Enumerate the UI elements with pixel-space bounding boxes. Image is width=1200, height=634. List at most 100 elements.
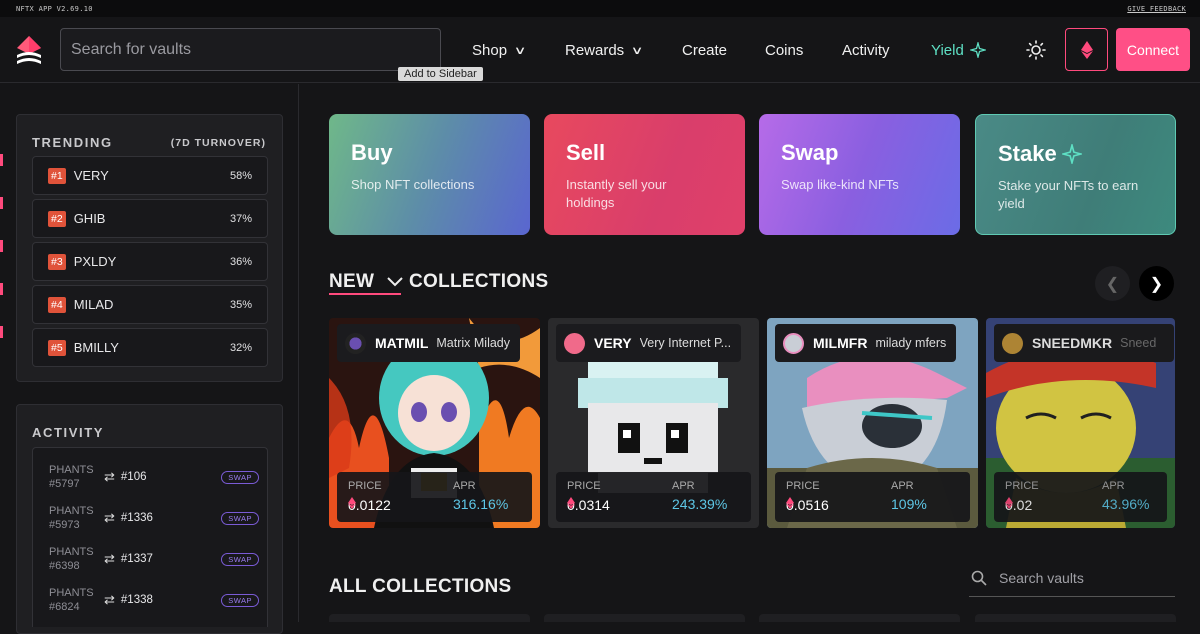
chevron-left-icon: ❮ <box>1105 275 1120 293</box>
trending-pct: 36% <box>229 255 252 268</box>
collection-stats: PRICE 0.0314 APR 243.39% <box>556 472 751 522</box>
all-collections-title: ALL COLLECTIONS <box>329 576 512 597</box>
vault-search-field[interactable] <box>60 28 441 71</box>
price-label: PRICE <box>567 480 601 492</box>
collection-symbol: MATMIL <box>375 335 429 351</box>
rank-badge: #4 <box>48 296 66 313</box>
sell-card-title: Sell <box>566 140 606 165</box>
buy-card[interactable]: Buy Shop NFT collections <box>329 114 530 235</box>
apr-label: APR <box>672 480 695 492</box>
activity-token: #106 <box>120 471 147 483</box>
give-feedback-link[interactable]: GIVE FEEDBACK <box>1127 5 1186 13</box>
price-value: 0.0516 <box>786 497 829 513</box>
app-version: NFTX APP V2.69.10 <box>16 4 93 13</box>
activity-item[interactable]: PHANTS #6398 ⇄ #1337 SWAP <box>49 544 259 574</box>
swap-card[interactable]: Swap Swap like-kind NFTs <box>759 114 960 235</box>
connect-wallet-button[interactable]: Connect <box>1116 28 1190 71</box>
collection-symbol: SNEEDMKR <box>1032 335 1113 351</box>
activity-token: #1337 <box>120 553 153 565</box>
activity-token: #1336 <box>120 512 153 524</box>
collection-card[interactable]: MILMFR milady mfers PRICE 0.0516 APR 109… <box>767 318 978 528</box>
collection-avatar <box>564 332 585 354</box>
trending-item[interactable]: #2 GHIB 37% <box>32 199 268 238</box>
ethereum-icon <box>1005 497 1013 509</box>
activity-item[interactable]: PHANTS #6824 ⇄ #1338 SWAP <box>49 585 259 615</box>
trending-pct: 32% <box>229 341 252 354</box>
trending-item[interactable]: #5 BMILLY 32% <box>32 328 268 367</box>
stake-card-title: Stake <box>998 141 1057 166</box>
trending-item[interactable]: #4 MILAD 35% <box>32 285 268 324</box>
stake-card[interactable]: Stake Stake your NFTs to earn yield <box>975 114 1176 235</box>
apr-value: 316.16% <box>453 496 509 512</box>
main-content: Buy Shop NFT collections Sell Instantly se… <box>300 84 1200 622</box>
trending-subtitle: (7D TURNOVER) <box>170 136 266 149</box>
trending-name: PXLDY <box>73 254 117 269</box>
rank-badge: #5 <box>48 339 66 356</box>
trending-item[interactable]: #3 PXLDY 36% <box>32 242 268 281</box>
nav-activity[interactable]: Activity <box>842 17 890 83</box>
sparkle-icon <box>969 42 986 58</box>
collections-search-input[interactable] <box>999 570 1169 586</box>
activity-nft: PHANTS #6824 <box>49 586 95 614</box>
buy-card-desc: Shop NFT collections <box>351 177 475 192</box>
nftx-logo-icon[interactable] <box>14 34 44 68</box>
collection-stats: PRICE 0.0122 APR 316.16% <box>337 472 532 522</box>
collection-grid-card[interactable] <box>975 614 1176 622</box>
collection-card[interactable]: SNEEDMKR Sneed PRICE 0.02 APR 43.96% <box>986 318 1175 528</box>
carousel-prev-button[interactable]: ❮ <box>1095 266 1130 301</box>
collection-card[interactable]: MATMIL Matrix Milady PRICE 0.0122 APR 31… <box>329 318 540 528</box>
trending-item[interactable]: #1 VERY 58% <box>32 156 268 195</box>
activity-nft-id: #5973 <box>49 519 80 531</box>
nav-rewards[interactable]: Rewards ∨ <box>565 17 644 83</box>
apr-label: APR <box>453 480 476 492</box>
activity-token: #1338 <box>120 594 153 606</box>
activity-collection: PHANTS <box>49 587 94 599</box>
carousel-next-button[interactable]: ❯ <box>1139 266 1174 301</box>
chevron-down-icon <box>387 277 403 287</box>
apr-value: 43.96% <box>1102 496 1150 512</box>
theme-toggle-sun-icon[interactable] <box>1026 40 1046 60</box>
nav-create[interactable]: Create <box>682 17 727 83</box>
price-label: PRICE <box>348 480 382 492</box>
collection-name: Very Internet P... <box>639 336 732 350</box>
collection-stats: PRICE 0.02 APR 43.96% <box>994 472 1167 522</box>
collections-search-field[interactable] <box>969 560 1175 597</box>
trending-panel: TRENDING (7D TURNOVER) #1 VERY 58% #2 GHIB 3… <box>16 114 283 382</box>
sell-card[interactable]: Sell Instantly sell your holdings <box>544 114 745 235</box>
collection-card[interactable]: VERY Very Internet P... PRICE 0.0314 APR… <box>548 318 759 528</box>
price-value: 0.0314 <box>567 497 610 513</box>
swap-badge: SWAP <box>221 470 259 484</box>
activity-collection: PHANTS <box>49 464 94 476</box>
nav-coins[interactable]: Coins <box>765 17 803 83</box>
activity-nft: PHANTS #5973 <box>49 504 95 532</box>
activity-item[interactable]: PHANTS #5797 ⇄ #106 SWAP <box>49 462 259 492</box>
network-eth-button[interactable] <box>1065 28 1108 71</box>
stake-card-desc: Stake your NFTs to earn yield <box>998 178 1139 211</box>
search-icon <box>971 570 987 586</box>
collection-grid-card[interactable] <box>759 614 960 622</box>
collection-pill: MATMIL Matrix Milady <box>337 324 521 362</box>
nav-yield[interactable]: Yield <box>931 17 986 83</box>
activity-nft: PHANTS #5797 <box>49 463 95 491</box>
new-filter-dropdown[interactable]: NEW <box>329 271 403 293</box>
collection-symbol: MILMFR <box>813 335 868 351</box>
vault-search-input[interactable] <box>71 40 440 59</box>
swap-arrows-icon: ⇄ <box>104 510 115 525</box>
chevron-down-icon: ∨ <box>513 44 527 57</box>
activity-item[interactable]: PHANTS #5973 ⇄ #1336 SWAP <box>49 503 259 533</box>
apr-value: 243.39% <box>672 496 728 512</box>
collections-title: COLLECTIONS <box>409 271 549 292</box>
collection-name: milady mfers <box>875 336 947 350</box>
collection-pill: SNEEDMKR Sneed <box>994 324 1174 362</box>
activity-collection: PHANTS <box>49 546 94 558</box>
collection-grid-card[interactable] <box>544 614 745 622</box>
top-strip: NFTX APP V2.69.10 GIVE FEEDBACK <box>0 0 1200 17</box>
collection-pill: VERY Very Internet P... <box>556 324 742 362</box>
collection-grid-card[interactable] <box>329 614 530 622</box>
price-value: 0.02 <box>1005 497 1032 513</box>
rank-badge: #3 <box>48 253 66 270</box>
sidebar: TRENDING (7D TURNOVER) #1 VERY 58% #2 GHIB 3… <box>0 84 299 634</box>
trending-name: VERY <box>73 168 109 183</box>
sell-card-desc: Instantly sell your holdings <box>566 177 667 210</box>
activity-nft-id: #6824 <box>49 601 80 613</box>
